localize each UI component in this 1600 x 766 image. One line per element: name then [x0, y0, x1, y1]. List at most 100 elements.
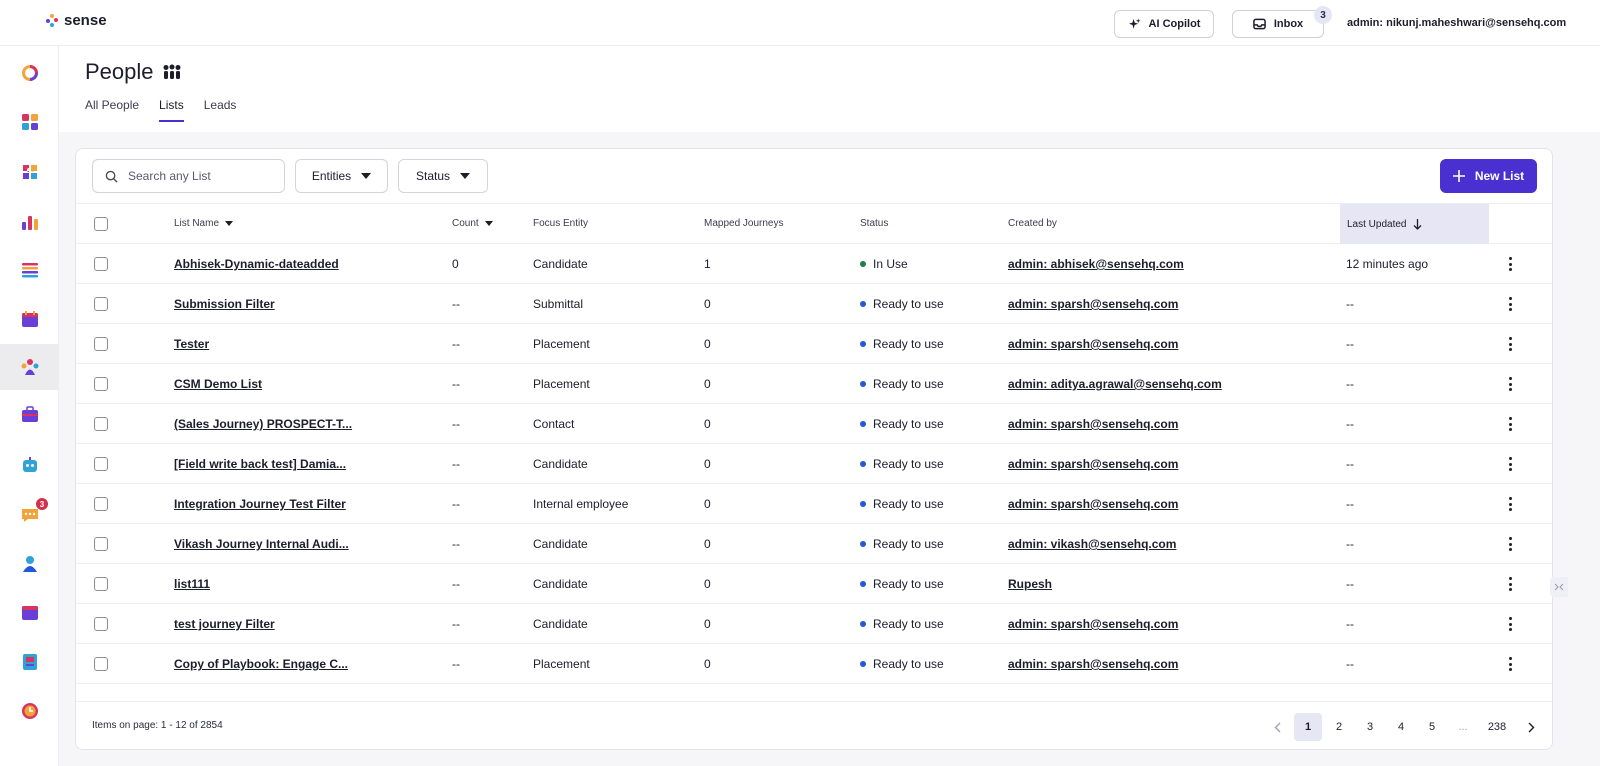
- row-checkbox[interactable]: [94, 537, 108, 551]
- new-list-button[interactable]: New List: [1440, 159, 1537, 193]
- row-checkbox[interactable]: [94, 417, 108, 431]
- created-by-link[interactable]: admin: sparsh@sensehq.com: [1008, 297, 1178, 311]
- sidebar-item-integrations[interactable]: [0, 149, 59, 195]
- created-by-link[interactable]: admin: sparsh@sensehq.com: [1008, 617, 1178, 631]
- list-name-link[interactable]: list111: [174, 577, 210, 591]
- page-button-4[interactable]: 4: [1387, 713, 1415, 741]
- table-row[interactable]: (Sales Journey) PROSPECT-T... -- Contact 0 R…: [76, 404, 1552, 444]
- row-menu-icon[interactable]: [1507, 377, 1513, 391]
- list-name-link[interactable]: (Sales Journey) PROSPECT-T...: [174, 417, 352, 431]
- sidebar-item-library[interactable]: [0, 639, 59, 685]
- row-menu-icon[interactable]: [1507, 457, 1513, 471]
- inbox-button[interactable]: Inbox: [1232, 10, 1324, 38]
- created-by-link[interactable]: admin: aditya.agrawal@sensehq.com: [1008, 377, 1222, 391]
- row-checkbox[interactable]: [94, 337, 108, 351]
- row-checkbox[interactable]: [94, 617, 108, 631]
- column-header-list-name[interactable]: List Name: [174, 218, 234, 229]
- table-row[interactable]: Abhisek-Dynamic-dateadded 0 Candidate 1 In U…: [76, 244, 1552, 284]
- sidebar-item-messages[interactable]: 3: [0, 492, 59, 538]
- sidebar-item-chatbot[interactable]: [0, 442, 59, 488]
- row-checkbox[interactable]: [94, 377, 108, 391]
- row-checkbox[interactable]: [94, 657, 108, 671]
- table-row[interactable]: Tester -- Placement 0 Ready to use admin: spa…: [76, 324, 1552, 364]
- list-name-link[interactable]: Tester: [174, 337, 209, 351]
- page-button-2[interactable]: 2: [1325, 713, 1353, 741]
- row-menu-icon[interactable]: [1507, 537, 1513, 551]
- column-header-last-updated[interactable]: Last Updated: [1340, 204, 1489, 244]
- search-input[interactable]: [128, 169, 268, 183]
- select-all-checkbox[interactable]: [94, 217, 108, 231]
- row-menu-icon[interactable]: [1507, 417, 1513, 431]
- page-button-1[interactable]: 1: [1294, 713, 1322, 741]
- page-button-3[interactable]: 3: [1356, 713, 1384, 741]
- last-updated-value: 12 minutes ago: [1346, 257, 1429, 271]
- next-page-button[interactable]: [1517, 713, 1545, 741]
- table-row[interactable]: Vikash Journey Internal Audi... -- Candida…: [76, 524, 1552, 564]
- feedback-tab[interactable]: [1550, 577, 1568, 597]
- created-by-link[interactable]: Rupesh: [1008, 577, 1052, 591]
- sidebar-item-lists[interactable]: [0, 247, 59, 293]
- created-by-link[interactable]: admin: sparsh@sensehq.com: [1008, 657, 1178, 671]
- table-row[interactable]: [Field write back test] Damia... -- Candid…: [76, 444, 1552, 484]
- sidebar-item-jobs[interactable]: [0, 392, 59, 438]
- sidebar-item-dashboard[interactable]: [0, 99, 59, 145]
- sidebar-item-analytics[interactable]: [0, 199, 59, 245]
- entities-filter-dropdown[interactable]: Entities: [295, 159, 388, 193]
- page-button-last[interactable]: 238: [1480, 713, 1514, 741]
- table-row[interactable]: Integration Journey Test Filter -- Interna…: [76, 484, 1552, 524]
- table-row[interactable]: list111 -- Candidate 0 Ready to use Rupesh --: [76, 564, 1552, 604]
- tab-lists[interactable]: Lists: [159, 98, 184, 122]
- list-name-link[interactable]: Abhisek-Dynamic-dateadded: [174, 257, 339, 271]
- row-checkbox[interactable]: [94, 257, 108, 271]
- sidebar-item-history[interactable]: [0, 688, 59, 734]
- ai-copilot-button[interactable]: AI Copilot: [1114, 10, 1214, 38]
- status-filter-dropdown[interactable]: Status: [398, 159, 488, 193]
- row-menu-icon[interactable]: [1507, 577, 1513, 591]
- created-by-link[interactable]: admin: sparsh@sensehq.com: [1008, 457, 1178, 471]
- row-menu-icon[interactable]: [1507, 657, 1513, 671]
- sparkle-icon: [1128, 17, 1141, 29]
- tab-leads[interactable]: Leads: [204, 98, 237, 122]
- table-row[interactable]: Copy of Playbook: Engage C... -- Placement…: [76, 644, 1552, 684]
- sidebar-item-profile[interactable]: [0, 541, 59, 587]
- created-by-link[interactable]: admin: sparsh@sensehq.com: [1008, 337, 1178, 351]
- row-menu-icon[interactable]: [1507, 617, 1513, 631]
- sidebar-item-people[interactable]: [0, 344, 59, 390]
- tab-all-people[interactable]: All People: [85, 98, 139, 122]
- list-name-link[interactable]: Integration Journey Test Filter: [174, 497, 346, 511]
- list-name-link[interactable]: Vikash Journey Internal Audi...: [174, 537, 349, 551]
- row-menu-icon[interactable]: [1507, 257, 1513, 271]
- people-icon: [21, 359, 38, 375]
- table-row[interactable]: test journey Filter -- Candidate 0 Ready to …: [76, 604, 1552, 644]
- created-by-link[interactable]: admin: vikash@sensehq.com: [1008, 537, 1176, 551]
- sense-logo[interactable]: sense: [46, 12, 107, 29]
- row-menu-icon[interactable]: [1507, 297, 1513, 311]
- list-name-link[interactable]: [Field write back test] Damia...: [174, 457, 346, 471]
- sidebar-item-home[interactable]: [0, 50, 59, 96]
- row-menu-icon[interactable]: [1507, 497, 1513, 511]
- page-button-5[interactable]: 5: [1418, 713, 1446, 741]
- row-checkbox[interactable]: [94, 297, 108, 311]
- created-by-link[interactable]: admin: sparsh@sensehq.com: [1008, 497, 1178, 511]
- created-by-link[interactable]: admin: abhisek@sensehq.com: [1008, 257, 1184, 271]
- row-checkbox[interactable]: [94, 497, 108, 511]
- prev-page-button[interactable]: [1263, 713, 1291, 741]
- list-name-link[interactable]: Submission Filter: [174, 297, 275, 311]
- search-box[interactable]: [92, 159, 285, 193]
- sidebar-item-calendar[interactable]: [0, 296, 59, 342]
- list-name-link[interactable]: test journey Filter: [174, 617, 275, 631]
- sidebar-item-pages[interactable]: [0, 590, 59, 636]
- status-cell: Ready to use: [860, 377, 944, 391]
- table-row[interactable]: CSM Demo List -- Placement 0 Ready to use adm…: [76, 364, 1552, 404]
- row-checkbox[interactable]: [94, 577, 108, 591]
- status-cell: Ready to use: [860, 457, 944, 471]
- list-name-link[interactable]: Copy of Playbook: Engage C...: [174, 657, 348, 671]
- status-text: Ready to use: [873, 537, 944, 551]
- admin-user-menu[interactable]: admin: nikunj.maheshwari@sensehq.com: [1347, 17, 1566, 29]
- column-header-count[interactable]: Count: [452, 218, 493, 229]
- list-name-link[interactable]: CSM Demo List: [174, 377, 262, 391]
- created-by-link[interactable]: admin: sparsh@sensehq.com: [1008, 417, 1178, 431]
- row-checkbox[interactable]: [94, 457, 108, 471]
- row-menu-icon[interactable]: [1507, 337, 1513, 351]
- table-row[interactable]: Submission Filter -- Submittal 0 Ready to us…: [76, 284, 1552, 324]
